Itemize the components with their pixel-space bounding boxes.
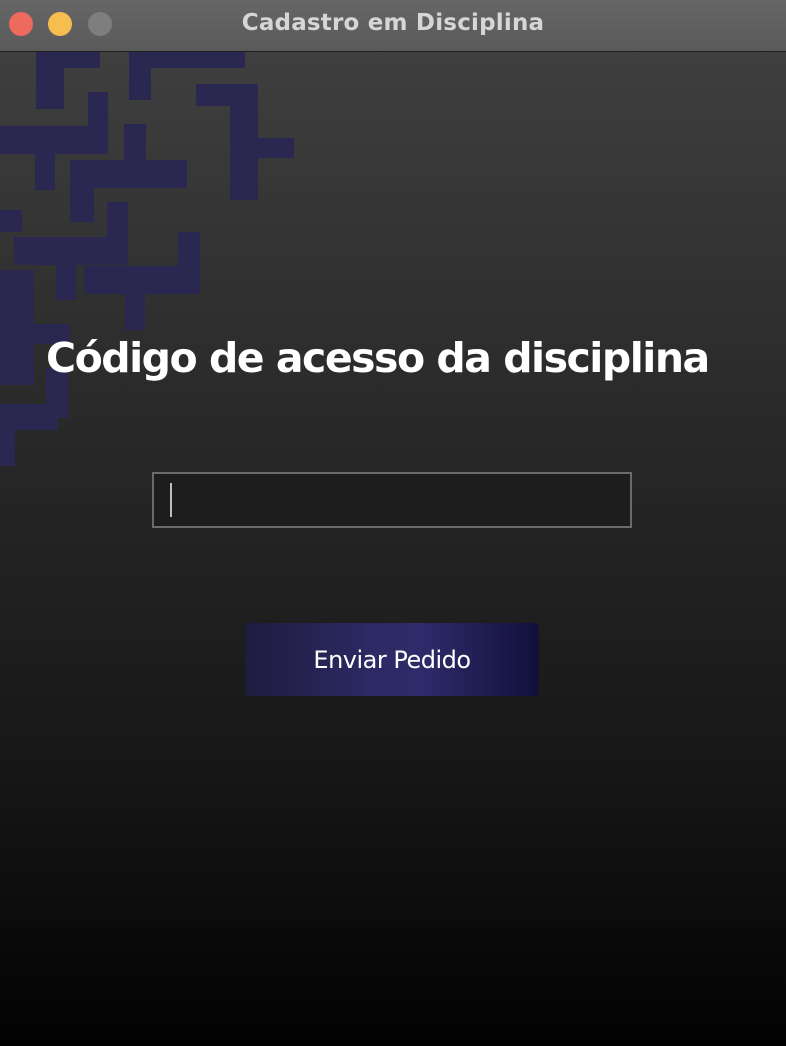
app-window: Cadastro em Disciplina Código de acesso … [0, 0, 786, 1046]
decorative-pattern [0, 52, 294, 466]
access-code-input[interactable] [152, 472, 632, 528]
text-cursor [170, 483, 172, 517]
window-title: Cadastro em Disciplina [241, 10, 545, 36]
title-bar[interactable]: Cadastro em Disciplina [0, 0, 786, 52]
page-heading: Código de acesso da disciplina [46, 334, 710, 382]
main-content [0, 52, 786, 1046]
submit-request-button[interactable]: Enviar Pedido [245, 623, 539, 696]
